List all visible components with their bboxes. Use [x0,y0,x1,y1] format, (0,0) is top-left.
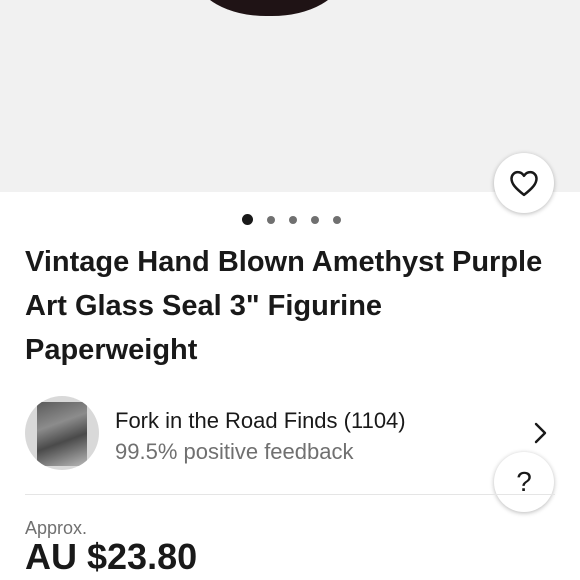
seller-name[interactable]: Fork in the Road Finds (1104) [115,408,406,434]
product-image [196,0,342,16]
seller-feedback: 99.5% positive feedback [115,439,354,464]
add-to-watchlist-button[interactable] [494,153,554,213]
pagination-dot[interactable] [289,216,297,224]
price-value: AU $23.80 [25,536,198,577]
listing-title: Vintage Hand Blown Amethyst Purple Art G… [25,246,543,366]
image-pagination-dots [0,214,580,228]
chevron-right-icon[interactable] [533,421,549,445]
pagination-dot[interactable] [267,216,275,224]
product-image-gallery[interactable] [0,0,580,192]
pagination-dot[interactable] [311,216,319,224]
seller-avatar [25,396,99,470]
heart-outline-icon [510,170,538,197]
help-button[interactable]: ? [494,452,554,512]
pagination-dot[interactable] [333,216,341,224]
seller-avatar-image [37,402,87,466]
pagination-dot-active[interactable] [242,214,253,225]
seller-info-row[interactable]: Fork in the Road Finds (1104) 99.5% posi… [0,390,580,480]
section-divider [25,494,555,495]
